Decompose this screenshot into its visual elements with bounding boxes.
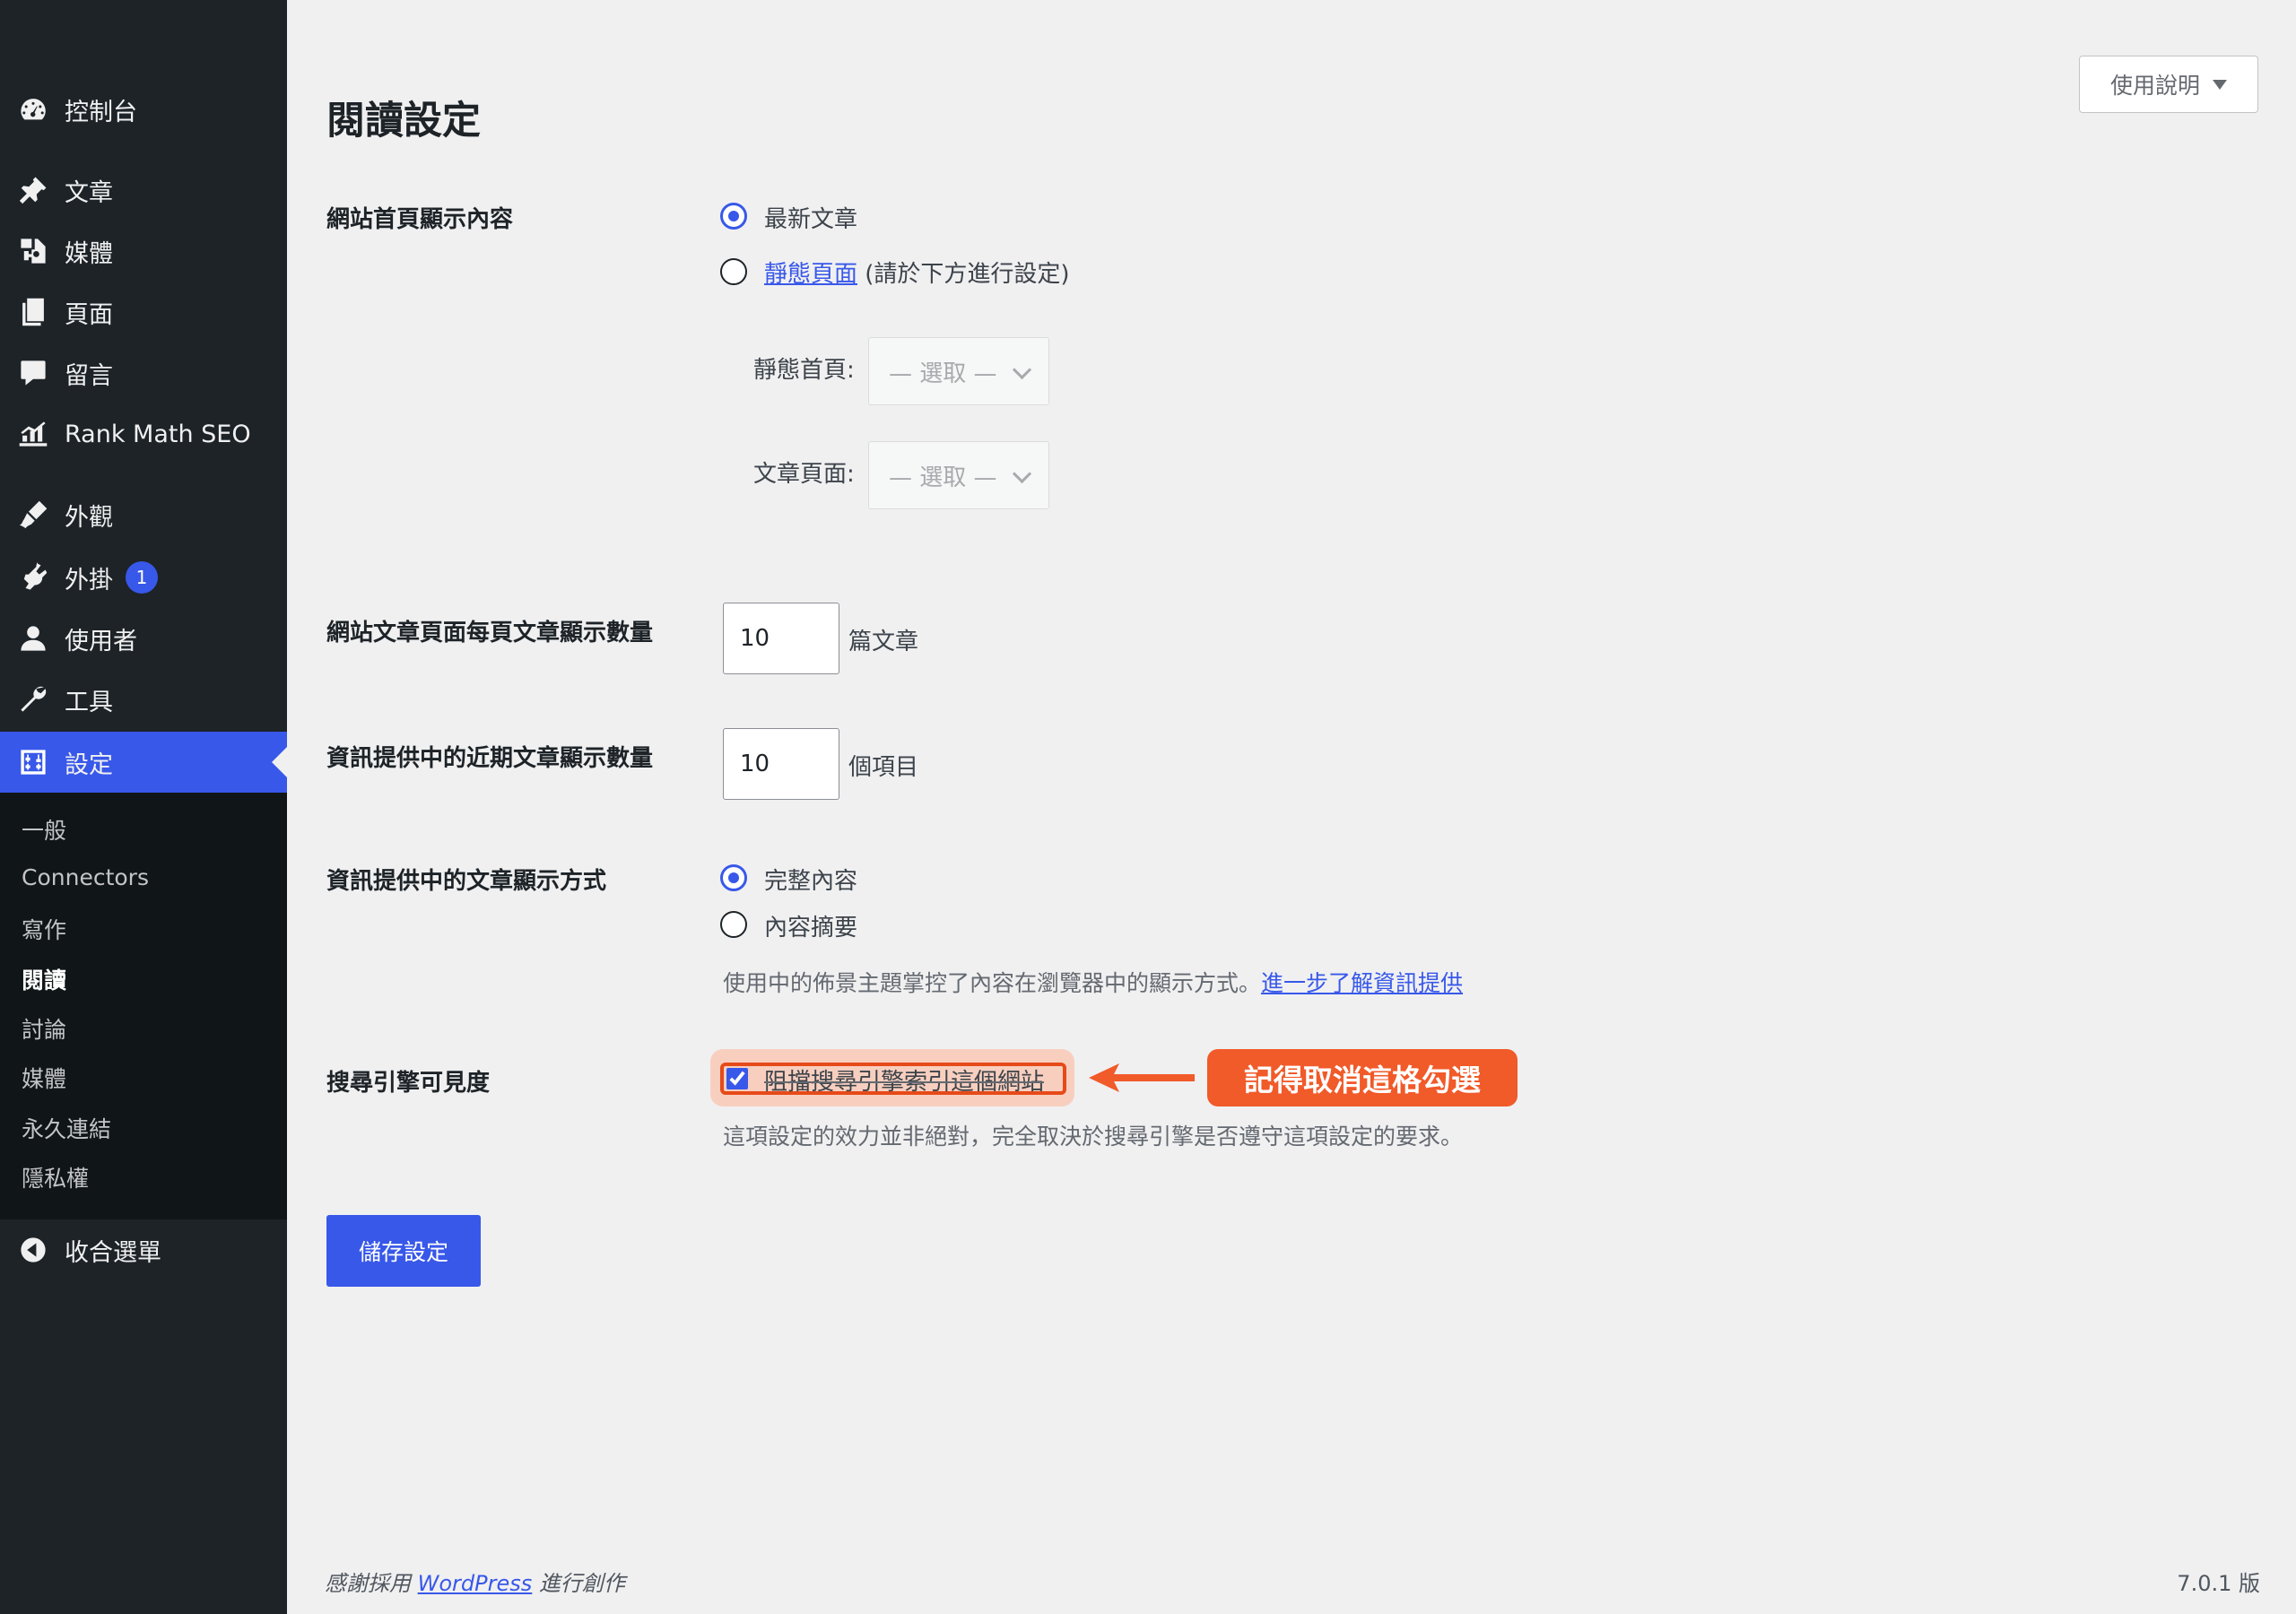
comment-icon — [16, 356, 50, 390]
menu-label: 收合選單 — [65, 1238, 161, 1267]
caret-down-icon — [2213, 79, 2227, 90]
menu-label: 控制台 — [65, 98, 137, 126]
posts-per-page-input[interactable] — [723, 603, 839, 674]
static-front-page-label: 靜態首頁: — [753, 357, 855, 384]
submenu-general[interactable]: 一般 — [22, 813, 66, 846]
submenu-reading[interactable]: 閱讀 — [22, 963, 66, 995]
menu-item-tools[interactable]: 工具 — [0, 672, 287, 726]
menu-item-media[interactable]: 媒體 — [0, 224, 287, 278]
menu-label: 留言 — [65, 361, 113, 390]
chevron-down-icon — [1012, 360, 1032, 380]
footer-prefix: 感謝採用 — [325, 1571, 411, 1596]
discourage-search-checkbox[interactable] — [726, 1068, 748, 1089]
feed-learn-more-link[interactable]: 進一步了解資訊提供 — [1261, 970, 1463, 996]
menu-label: 使用者 — [65, 627, 137, 655]
static-page-option: 靜態頁面 (請於下方進行設定) — [764, 256, 1070, 289]
menu-item-users[interactable]: 使用者 — [0, 612, 287, 665]
dashboard-icon — [16, 92, 50, 126]
footer-version: 7.0.1 版 — [2177, 1571, 2260, 1596]
feed-description: 使用中的佈景主題掌控了內容在瀏覽器中的顯示方式。進一步了解資訊提供 — [723, 966, 1463, 998]
settings-icon — [16, 745, 50, 779]
homepage-display-label: 網站首頁顯示內容 — [326, 206, 514, 233]
admin-sidebar: 控制台 文章 媒體 頁面 留言 Rank Math SEO 外觀 外掛 1 使用… — [0, 0, 287, 1614]
rank-math-icon — [16, 417, 50, 451]
collapse-arrow-icon — [16, 1233, 50, 1267]
settings-submenu: 一般 Connectors 寫作 閱讀 討論 媒體 永久連結 隱私權 — [0, 793, 287, 1219]
menu-label: 工具 — [65, 688, 113, 716]
full-text-label: 完整內容 — [764, 868, 858, 895]
submenu-discussion[interactable]: 討論 — [22, 1012, 66, 1045]
collapse-menu-button[interactable]: 收合選單 — [0, 1223, 287, 1277]
menu-label: 頁面 — [65, 300, 113, 329]
front-page-select[interactable]: — 選取 — — [868, 337, 1049, 405]
menu-label: 外觀 — [65, 503, 113, 532]
menu-item-dashboard[interactable]: 控制台 — [0, 82, 287, 136]
posts-per-page-label: 網站文章頁面每頁文章顯示數量 — [326, 620, 654, 646]
menu-label: Rank Math SEO — [65, 420, 251, 448]
feed-count-label: 資訊提供中的近期文章顯示數量 — [326, 745, 654, 772]
posts-unit: 篇文章 — [848, 629, 919, 655]
menu-item-appearance[interactable]: 外觀 — [0, 488, 287, 542]
submenu-writing[interactable]: 寫作 — [22, 913, 66, 945]
footer-suffix: 進行創作 — [538, 1571, 625, 1596]
feed-count-input[interactable] — [723, 728, 839, 800]
wrench-icon — [16, 682, 50, 716]
user-icon — [16, 621, 50, 655]
brush-icon — [16, 498, 50, 532]
plugin-icon — [16, 560, 50, 594]
posts-page-select[interactable]: — 選取 — — [868, 441, 1049, 509]
menu-label: 設定 — [65, 751, 113, 779]
wordpress-link[interactable]: WordPress — [418, 1571, 533, 1596]
active-menu-pointer — [272, 747, 287, 777]
menu-label: 外掛 — [65, 566, 113, 594]
menu-item-comments[interactable]: 留言 — [0, 346, 287, 400]
radio-full-text[interactable] — [720, 864, 747, 891]
menu-item-pages[interactable]: 頁面 — [0, 285, 287, 339]
media-icon — [16, 234, 50, 268]
search-visibility-description: 這項設定的效力並非絕對，完全取決於搜尋引擎是否遵守這項設定的要求。 — [723, 1124, 1464, 1150]
feed-unit: 個項目 — [848, 754, 919, 781]
discourage-search-label: 阻擋搜尋引擎索引這個網站 — [764, 1069, 1045, 1096]
pages-icon — [16, 295, 50, 329]
select-placeholder: — 選取 — — [889, 464, 997, 491]
feed-desc-text: 使用中的佈景主題掌控了內容在瀏覽器中的顯示方式。 — [723, 970, 1262, 996]
submenu-media[interactable]: 媒體 — [22, 1062, 66, 1094]
static-page-hint: (請於下方進行設定) — [865, 261, 1070, 288]
help-label: 使用說明 — [2109, 74, 2200, 99]
search-visibility-label: 搜尋引擎可見度 — [326, 1070, 491, 1097]
submenu-permalinks[interactable]: 永久連結 — [22, 1112, 111, 1144]
menu-item-settings[interactable]: 設定 — [0, 732, 287, 793]
footer-credit: 感謝採用 WordPress 進行創作 — [325, 1566, 625, 1597]
submenu-privacy[interactable]: 隱私權 — [22, 1161, 89, 1193]
radio-excerpt[interactable] — [720, 911, 747, 938]
menu-label: 文章 — [65, 178, 113, 207]
static-page-link[interactable]: 靜態頁面 — [764, 261, 857, 288]
menu-item-rank-math[interactable]: Rank Math SEO — [0, 407, 287, 461]
latest-posts-label: 最新文章 — [764, 206, 858, 233]
help-tab-button[interactable]: 使用說明 — [2079, 56, 2258, 113]
save-settings-button[interactable]: 儲存設定 — [326, 1215, 481, 1287]
menu-item-posts[interactable]: 文章 — [0, 163, 287, 217]
submenu-connectors[interactable]: Connectors — [22, 864, 149, 890]
feed-display-label: 資訊提供中的文章顯示方式 — [326, 868, 607, 895]
annotation-callout: 記得取消這格勾選 — [1207, 1049, 1518, 1106]
page-title: 閱讀設定 — [326, 99, 481, 143]
radio-static-page[interactable] — [720, 258, 747, 285]
arrow-left-icon — [1089, 1063, 1195, 1092]
update-count-badge: 1 — [126, 561, 158, 594]
select-placeholder: — 選取 — — [889, 360, 997, 387]
posts-page-label: 文章頁面: — [753, 461, 855, 488]
pin-icon — [16, 173, 50, 207]
menu-label: 媒體 — [65, 239, 113, 268]
menu-item-plugins[interactable]: 外掛 1 — [0, 551, 287, 604]
radio-latest-posts[interactable] — [720, 203, 747, 230]
chevron-down-icon — [1012, 464, 1032, 484]
excerpt-label: 內容摘要 — [764, 915, 858, 941]
